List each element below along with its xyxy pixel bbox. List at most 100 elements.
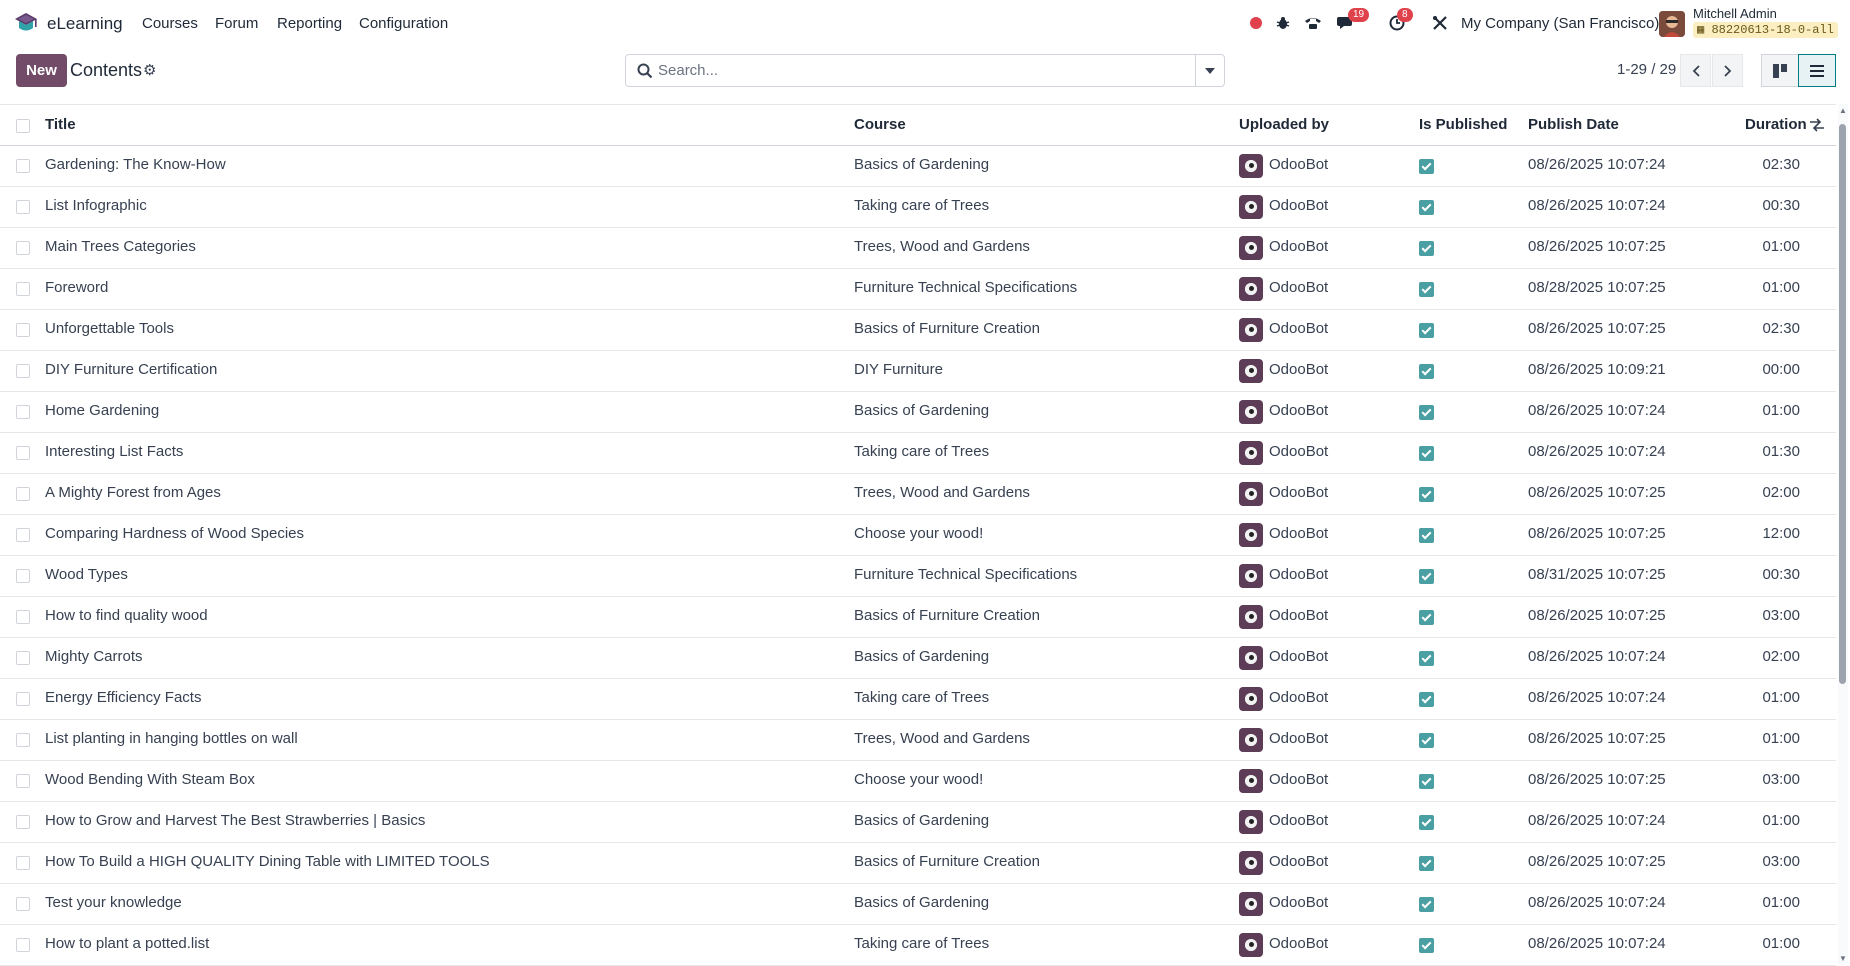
table-row[interactable]: How to plant a potted.list Taking care of… — [0, 925, 1836, 966]
row-checkbox[interactable] — [16, 405, 30, 419]
row-uploader[interactable]: OdooBot — [1269, 484, 1328, 501]
select-all-checkbox[interactable] — [16, 119, 30, 133]
row-title[interactable]: Home Gardening — [45, 402, 159, 419]
table-row[interactable]: Mighty Carrots Basics of Gardening OdooBot… — [0, 638, 1836, 679]
table-row[interactable]: Foreword Furniture Technical Specificatio… — [0, 269, 1836, 310]
row-checkbox[interactable] — [16, 897, 30, 911]
table-row[interactable]: How to find quality wood Basics of Furnit… — [0, 597, 1836, 638]
row-checkbox[interactable] — [16, 733, 30, 747]
row-checkbox[interactable] — [16, 282, 30, 296]
app-logo-icon[interactable] — [14, 12, 38, 34]
row-uploader[interactable]: OdooBot — [1269, 648, 1328, 665]
row-uploader[interactable]: OdooBot — [1269, 361, 1328, 378]
menu-forum[interactable]: Forum — [215, 15, 258, 32]
pager-value[interactable]: 1-29 / 29 — [1617, 61, 1676, 78]
row-title[interactable]: Mighty Carrots — [45, 648, 143, 665]
column-uploaded-by[interactable]: Uploaded by — [1239, 116, 1329, 133]
user-avatar[interactable] — [1659, 11, 1685, 37]
row-uploader[interactable]: OdooBot — [1269, 525, 1328, 542]
row-uploader[interactable]: OdooBot — [1269, 566, 1328, 583]
row-checkbox[interactable] — [16, 364, 30, 378]
table-row[interactable]: Main Trees Categories Trees, Wood and Gar… — [0, 228, 1836, 269]
row-title[interactable]: Test your knowledge — [45, 894, 182, 911]
column-course[interactable]: Course — [854, 116, 906, 133]
row-uploader[interactable]: OdooBot — [1269, 443, 1328, 460]
row-checkbox[interactable] — [16, 323, 30, 337]
table-row[interactable]: Energy Efficiency Facts Taking care of Tr… — [0, 679, 1836, 720]
row-title[interactable]: Energy Efficiency Facts — [45, 689, 201, 706]
column-is-published[interactable]: Is Published — [1419, 116, 1507, 133]
row-title[interactable]: A Mighty Forest from Ages — [45, 484, 221, 501]
row-uploader[interactable]: OdooBot — [1269, 730, 1328, 747]
row-checkbox[interactable] — [16, 241, 30, 255]
app-name[interactable]: eLearning — [47, 14, 123, 34]
new-button[interactable]: New — [16, 54, 67, 87]
table-row[interactable]: Home Gardening Basics of Gardening OdooBot… — [0, 392, 1836, 433]
table-row[interactable]: List Infographic Taking care of Trees Odoo… — [0, 187, 1836, 228]
row-checkbox[interactable] — [16, 938, 30, 952]
row-title[interactable]: Main Trees Categories — [45, 238, 196, 255]
table-row[interactable]: Wood Types Furniture Technical Specificat… — [0, 556, 1836, 597]
menu-reporting[interactable]: Reporting — [277, 15, 342, 32]
menu-courses[interactable]: Courses — [142, 15, 198, 32]
row-uploader[interactable]: OdooBot — [1269, 894, 1328, 911]
bug-icon[interactable] — [1271, 11, 1295, 35]
list-view-button[interactable] — [1798, 54, 1836, 87]
row-checkbox[interactable] — [16, 610, 30, 624]
kanban-view-button[interactable] — [1761, 54, 1799, 87]
table-row[interactable]: How to Grow and Harvest The Best Strawbe… — [0, 802, 1836, 843]
row-title[interactable]: How to find quality wood — [45, 607, 208, 624]
search-input[interactable] — [658, 56, 1158, 85]
row-title[interactable]: Interesting List Facts — [45, 443, 183, 460]
table-row[interactable]: Comparing Hardness of Wood Species Choose… — [0, 515, 1836, 556]
table-row[interactable]: Gardening: The Know-How Basics of Gardeni… — [0, 146, 1836, 187]
row-title[interactable]: List planting in hanging bottles on wall — [45, 730, 298, 747]
gear-icon[interactable]: ⚙ — [143, 61, 156, 79]
table-row[interactable]: DIY Furniture Certification DIY Furniture… — [0, 351, 1836, 392]
search-options-toggle[interactable] — [1195, 55, 1224, 86]
table-row[interactable]: A Mighty Forest from Ages Trees, Wood and… — [0, 474, 1836, 515]
menu-configuration[interactable]: Configuration — [359, 15, 448, 32]
row-checkbox[interactable] — [16, 159, 30, 173]
pager-previous-button[interactable] — [1680, 54, 1711, 87]
activity-clock-icon[interactable]: 8 — [1385, 8, 1413, 35]
row-uploader[interactable]: OdooBot — [1269, 935, 1328, 952]
table-row[interactable]: Unforgettable Tools Basics of Furniture C… — [0, 310, 1836, 351]
record-icon[interactable] — [1244, 11, 1268, 35]
row-title[interactable]: Foreword — [45, 279, 108, 296]
row-title[interactable]: Comparing Hardness of Wood Species — [45, 525, 304, 542]
row-checkbox[interactable] — [16, 856, 30, 870]
scroll-down-icon[interactable]: ▼ — [1839, 954, 1847, 963]
scrollbar-thumb[interactable] — [1839, 124, 1846, 684]
row-checkbox[interactable] — [16, 569, 30, 583]
row-title[interactable]: How to Grow and Harvest The Best Strawbe… — [45, 812, 425, 829]
row-uploader[interactable]: OdooBot — [1269, 279, 1328, 296]
scroll-up-icon[interactable]: ▲ — [1839, 106, 1847, 115]
table-row[interactable]: Interesting List Facts Taking care of Tre… — [0, 433, 1836, 474]
phone-icon[interactable] — [1301, 11, 1325, 35]
row-title[interactable]: Gardening: The Know-How — [45, 156, 226, 173]
vertical-scrollbar[interactable]: ▲ ▼ — [1838, 104, 1848, 966]
row-uploader[interactable]: OdooBot — [1269, 689, 1328, 706]
row-uploader[interactable]: OdooBot — [1269, 156, 1328, 173]
row-uploader[interactable]: OdooBot — [1269, 853, 1328, 870]
user-name[interactable]: Mitchell Admin — [1693, 6, 1777, 21]
row-title[interactable]: Wood Types — [45, 566, 128, 583]
row-title[interactable]: DIY Furniture Certification — [45, 361, 217, 378]
row-title[interactable]: How to plant a potted.list — [45, 935, 209, 952]
row-checkbox[interactable] — [16, 487, 30, 501]
row-title[interactable]: Wood Bending With Steam Box — [45, 771, 255, 788]
row-checkbox[interactable] — [16, 651, 30, 665]
company-switcher[interactable]: My Company (San Francisco) — [1461, 15, 1659, 32]
tools-icon[interactable] — [1428, 11, 1452, 35]
row-checkbox[interactable] — [16, 528, 30, 542]
messages-icon[interactable]: 19 — [1334, 8, 1370, 35]
row-uploader[interactable]: OdooBot — [1269, 197, 1328, 214]
row-title[interactable]: How To Build a HIGH QUALITY Dining Table… — [45, 853, 490, 870]
column-publish-date[interactable]: Publish Date — [1528, 116, 1619, 133]
row-checkbox[interactable] — [16, 815, 30, 829]
row-checkbox[interactable] — [16, 774, 30, 788]
row-checkbox[interactable] — [16, 200, 30, 214]
row-checkbox[interactable] — [16, 446, 30, 460]
column-title[interactable]: Title — [45, 116, 76, 133]
